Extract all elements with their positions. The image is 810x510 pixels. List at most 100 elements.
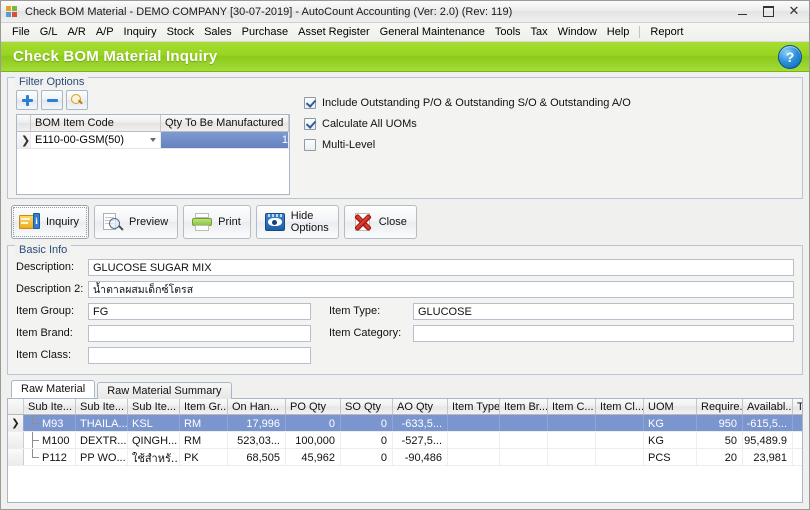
- item-type-field[interactable]: GLUCOSE: [413, 303, 794, 320]
- menu-item-gl[interactable]: G/L: [35, 24, 63, 40]
- description-label: Description:: [16, 261, 88, 273]
- description-field[interactable]: GLUCOSE SUGAR MIX: [88, 259, 794, 276]
- grid-header-so-qty[interactable]: SO Qty: [341, 399, 393, 414]
- minimize-button[interactable]: [729, 3, 755, 21]
- description2-field[interactable]: น้ำตาลผสมเด็กซ์โตรส: [88, 281, 794, 298]
- grid-header-sub-item-3[interactable]: Sub Ite...: [128, 399, 180, 414]
- grid-header-item-type[interactable]: Item Type: [448, 399, 500, 414]
- close-icon: [352, 211, 374, 233]
- menu-item-ap[interactable]: A/P: [91, 24, 119, 40]
- basic-info-group: Basic Info Description: GLUCOSE SUGAR MI…: [7, 245, 803, 375]
- inquiry-button[interactable]: i Inquiry: [11, 205, 89, 239]
- row-indicator: [8, 432, 24, 448]
- include-outstanding-checkbox[interactable]: [304, 97, 316, 109]
- window-controls: ✕: [729, 3, 807, 21]
- close-button[interactable]: Close: [344, 205, 417, 239]
- menu-item-sales[interactable]: Sales: [199, 24, 237, 40]
- filter-row-indicator: ❯: [17, 132, 31, 148]
- cell-required: 50: [697, 432, 743, 448]
- menu-item-purchase[interactable]: Purchase: [237, 24, 293, 40]
- bom-item-code-cell[interactable]: E110-00-GSM(50): [31, 132, 161, 148]
- print-icon: [191, 211, 213, 233]
- lookup-button[interactable]: [66, 90, 88, 110]
- grid-header-total-required[interactable]: Total R...: [793, 399, 803, 414]
- table-row[interactable]: ❯ M93 THAILA... KSL RM 17,996 0 0 -633,5…: [8, 415, 802, 432]
- cell-available: 95,489.9: [743, 432, 793, 448]
- grid-header-on-hand[interactable]: On Han...: [228, 399, 286, 414]
- filter-left-pane: BOM Item Code Qty To Be Manufactured ❯ E…: [16, 90, 290, 192]
- menu-item-stock[interactable]: Stock: [162, 24, 200, 40]
- add-row-button[interactable]: [16, 90, 38, 110]
- grid-header-item-category[interactable]: Item C...: [548, 399, 596, 414]
- description2-row: Description 2: น้ำตาลผสมเด็กซ์โตรส: [16, 279, 794, 299]
- maximize-button[interactable]: [755, 3, 781, 21]
- grid-header-ao-qty[interactable]: AO Qty: [393, 399, 448, 414]
- cell-on-hand: 68,505: [228, 449, 286, 465]
- filter-grid-header: BOM Item Code Qty To Be Manufactured: [17, 115, 289, 132]
- cell-item-type: [448, 432, 500, 448]
- checkbox-row-multi-level[interactable]: Multi-Level: [304, 134, 794, 155]
- menu-item-window[interactable]: Window: [553, 24, 602, 40]
- menu-item-ar[interactable]: A/R: [62, 24, 90, 40]
- menu-item-help[interactable]: Help: [602, 24, 635, 40]
- grid-header-available[interactable]: Availabl...: [743, 399, 793, 414]
- menu-item-tax[interactable]: Tax: [526, 24, 553, 40]
- calculate-all-uoms-checkbox[interactable]: [304, 118, 316, 130]
- filter-header-bom-item-code[interactable]: BOM Item Code: [31, 115, 161, 131]
- table-row[interactable]: M100 DEXTR... QINGH... RM 523,03... 100,…: [8, 432, 802, 449]
- menu-separator: [639, 26, 640, 38]
- tree-branch-icon: [28, 432, 42, 448]
- grid-header-required[interactable]: Require...: [697, 399, 743, 414]
- print-button[interactable]: Print: [183, 205, 251, 239]
- cell-so-qty: 0: [341, 449, 393, 465]
- tab-strip: Raw Material Raw Material Summary: [7, 380, 803, 398]
- grid-header-sub-item-2[interactable]: Sub Ite...: [76, 399, 128, 414]
- item-class-field[interactable]: [88, 347, 311, 364]
- table-row[interactable]: P112 PP WO... ใช้สำหรั... PK 68,505 45,9…: [8, 449, 802, 466]
- item-brand-field[interactable]: [88, 325, 311, 342]
- grid-header-po-qty[interactable]: PO Qty: [286, 399, 341, 414]
- multi-level-checkbox[interactable]: [304, 139, 316, 151]
- menu-item-file[interactable]: File: [7, 24, 35, 40]
- cell-available: -615,5...: [743, 415, 793, 431]
- item-group-row: Item Group: FG Item Type: GLUCOSE: [16, 301, 794, 321]
- filter-header-qty[interactable]: Qty To Be Manufactured: [161, 115, 289, 131]
- inquiry-icon: i: [19, 211, 41, 233]
- preview-button[interactable]: Preview: [94, 205, 178, 239]
- grid-body: ❯ M93 THAILA... KSL RM 17,996 0 0 -633,5…: [8, 415, 802, 502]
- cell-sub-item-1-value: M100: [42, 435, 70, 447]
- grid-header-item-brand[interactable]: Item Br...: [500, 399, 548, 414]
- tab-raw-material[interactable]: Raw Material: [11, 380, 95, 398]
- filter-mini-toolbar: [16, 90, 290, 110]
- grid-header-item-group[interactable]: Item Gr...: [180, 399, 228, 414]
- tab-raw-material-summary[interactable]: Raw Material Summary: [97, 382, 231, 399]
- menu-item-asset-register[interactable]: Asset Register: [293, 24, 375, 40]
- item-category-field[interactable]: [413, 325, 794, 342]
- cell-sub-item-1: P112: [24, 449, 76, 465]
- grid-header-item-class[interactable]: Item Cl...: [596, 399, 644, 414]
- minus-icon: [47, 99, 58, 102]
- window-close-button[interactable]: ✕: [781, 3, 807, 21]
- print-button-label: Print: [218, 216, 241, 228]
- cell-item-type: [448, 415, 500, 431]
- menu-item-report[interactable]: Report: [645, 24, 688, 40]
- menu-item-tools[interactable]: Tools: [490, 24, 526, 40]
- item-group-field[interactable]: FG: [88, 303, 311, 320]
- magnifier-icon: [71, 94, 83, 106]
- remove-row-button[interactable]: [41, 90, 63, 110]
- cell-sub-item-3: ใช้สำหรั...: [128, 449, 180, 465]
- filter-grid-row[interactable]: ❯ E110-00-GSM(50) 1: [17, 132, 289, 149]
- hide-options-button[interactable]: Hide Options: [256, 205, 339, 239]
- checkbox-row-calculate-all-uoms[interactable]: Calculate All UOMs: [304, 113, 794, 134]
- chevron-down-icon[interactable]: [150, 138, 156, 142]
- checkbox-row-include-outstanding[interactable]: Include Outstanding P/O & Outstanding S/…: [304, 92, 794, 113]
- qty-to-be-manufactured-cell[interactable]: 1: [161, 132, 289, 148]
- cell-sub-item-1: M93: [24, 415, 76, 431]
- grid-header-uom[interactable]: UOM: [644, 399, 697, 414]
- cell-item-category: [548, 449, 596, 465]
- grid-header-sub-item-1[interactable]: Sub Ite...: [24, 399, 76, 414]
- menu-item-inquiry[interactable]: Inquiry: [119, 24, 162, 40]
- menu-item-general-maintenance[interactable]: General Maintenance: [375, 24, 490, 40]
- item-brand-label: Item Brand:: [16, 327, 88, 339]
- help-icon[interactable]: ?: [778, 45, 802, 69]
